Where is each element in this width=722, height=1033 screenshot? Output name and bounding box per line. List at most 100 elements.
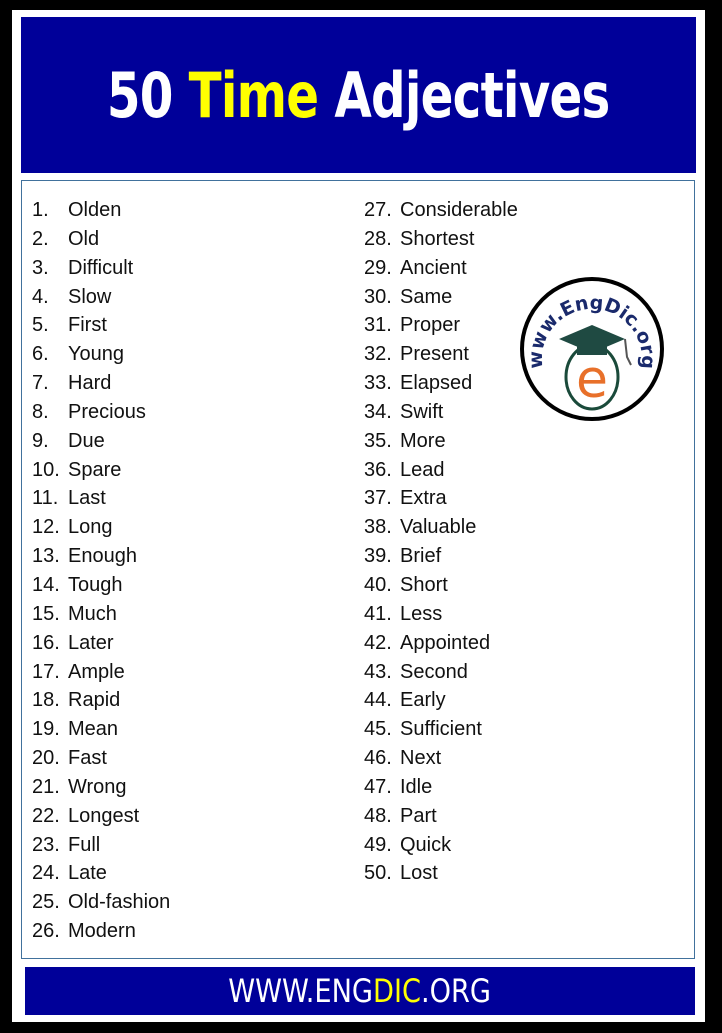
list-item-number: 11.	[32, 487, 59, 510]
list-item-word: Spare	[68, 458, 122, 481]
list-item-word: Short	[400, 573, 448, 596]
footer-banner: WWW.ENGDIC.ORG	[25, 967, 695, 1015]
list-item-word: Old-fashion	[68, 891, 171, 914]
list-item-word: Enough	[68, 545, 137, 568]
title-suffix: Adjectives	[334, 58, 611, 132]
list-item: 45. Sufficient	[364, 715, 518, 744]
list-item-word: Considerable	[400, 199, 518, 221]
list-item-word: Sufficient	[400, 718, 482, 741]
list-item: 43. Second	[364, 658, 518, 687]
list-item-number: 37.	[364, 487, 392, 510]
list-item-number: 16.	[32, 631, 60, 654]
list-item-word: Second	[400, 660, 468, 683]
list-item: 23. Full	[32, 831, 170, 860]
list-item: 30. Same	[364, 283, 518, 312]
list-item-number: 44.	[364, 689, 392, 712]
list-item: 29. Ancient	[364, 254, 518, 283]
list-item-word: Mean	[68, 718, 119, 741]
list-item-number: 34.	[364, 400, 392, 423]
list-item-word: Quick	[400, 833, 452, 856]
list-item: 13. Enough	[32, 542, 170, 571]
list-item-number: 13.	[32, 545, 60, 568]
list-item-number: 3.	[32, 256, 49, 279]
list-item-number: 41.	[364, 602, 392, 625]
list-item: 26. Modern	[32, 917, 170, 946]
list-item-number: 25.	[32, 891, 60, 914]
list-item-word: Hard	[68, 372, 112, 395]
list-item-word: Old	[68, 227, 100, 250]
list-item: 16. Later	[32, 629, 170, 658]
list-item-number: 12.	[32, 516, 60, 539]
list-item-number: 40.	[364, 573, 392, 596]
title-prefix: 50	[107, 58, 174, 132]
list-item-word: Due	[68, 429, 105, 452]
engdic-logo-icon: www.EngDic.org e	[519, 277, 665, 421]
list-item-word: Later	[68, 631, 114, 654]
list-item-word: Full	[68, 833, 101, 856]
list-item: 41. Less	[364, 600, 518, 629]
list-item-number: 1.	[32, 199, 49, 221]
list-item-word: Same	[400, 285, 453, 308]
list-item: 46. Next	[364, 744, 518, 773]
list-item: 39. Brief	[364, 542, 518, 571]
list-item-word: Tough	[68, 573, 123, 596]
list-item-number: 46.	[364, 747, 392, 770]
list-item-word: Elapsed	[400, 372, 473, 395]
list-item-word: Next	[400, 747, 442, 770]
list-item-word: Early	[400, 689, 446, 712]
word-list-right-column: 27. Considerable 28. Shortest 29. Ancient 30. S…	[364, 196, 518, 888]
list-item: 20. Fast	[32, 744, 170, 773]
list-item-word: Difficult	[68, 256, 134, 279]
list-item-word: Shortest	[400, 227, 475, 250]
list-item-number: 8.	[32, 400, 49, 423]
list-item: 1. Olden	[32, 196, 170, 225]
list-item-number: 47.	[364, 775, 392, 798]
list-item-word: Modern	[68, 920, 136, 943]
footer-url[interactable]: WWW.ENGDIC.ORG	[229, 972, 492, 1010]
list-item-number: 9.	[32, 429, 49, 452]
list-item-word: Much	[68, 602, 117, 625]
list-item-word: Part	[400, 804, 437, 827]
list-item-word: First	[68, 314, 107, 337]
list-item-word: Brief	[400, 545, 442, 568]
list-item: 34. Swift	[364, 398, 518, 427]
list-item: 50. Lost	[364, 859, 518, 888]
list-item: 47. Idle	[364, 773, 518, 802]
list-item-number: 38.	[364, 516, 392, 539]
list-item: 10. Spare	[32, 456, 170, 485]
word-list-box: 1. Olden 2. Old 3. Difficult 4. Slow 5. First 6. Yo…	[21, 180, 695, 959]
logo-letter: e	[576, 350, 608, 410]
title-highlight: Time	[188, 58, 319, 132]
list-item: 7. Hard	[32, 369, 170, 398]
list-item-number: 26.	[32, 920, 60, 943]
list-item-word: Slow	[68, 285, 112, 308]
list-item-word: Longest	[68, 804, 140, 827]
footer-url-suffix: .ORG	[421, 972, 492, 1010]
list-item-number: 42.	[364, 631, 392, 654]
list-item-word: More	[400, 429, 446, 452]
list-item-word: Late	[68, 862, 107, 885]
list-item-number: 6.	[32, 343, 49, 366]
list-item: 14. Tough	[32, 571, 170, 600]
list-item: 27. Considerable	[364, 196, 518, 225]
list-item-number: 35.	[364, 429, 392, 452]
list-item-number: 50.	[364, 862, 392, 885]
list-item: 21. Wrong	[32, 773, 170, 802]
list-item: 19. Mean	[32, 715, 170, 744]
list-item-word: Precious	[68, 400, 146, 423]
list-item-word: Extra	[400, 487, 447, 510]
list-item-number: 43.	[364, 660, 392, 683]
list-item: 38. Valuable	[364, 513, 518, 542]
list-item: 35. More	[364, 427, 518, 456]
list-item: 25. Old-fashion	[32, 888, 170, 917]
list-item-number: 19.	[32, 718, 60, 741]
list-item: 2. Old	[32, 225, 170, 254]
footer-url-highlight: DIC	[373, 972, 422, 1010]
list-item-word: Young	[68, 343, 124, 366]
list-item-number: 33.	[364, 372, 392, 395]
list-item-number: 18.	[32, 689, 60, 712]
page-title: 50 Time Adjectives	[107, 59, 610, 132]
list-item: 28. Shortest	[364, 225, 518, 254]
list-item: 48. Part	[364, 802, 518, 831]
list-item-number: 24.	[32, 862, 60, 885]
